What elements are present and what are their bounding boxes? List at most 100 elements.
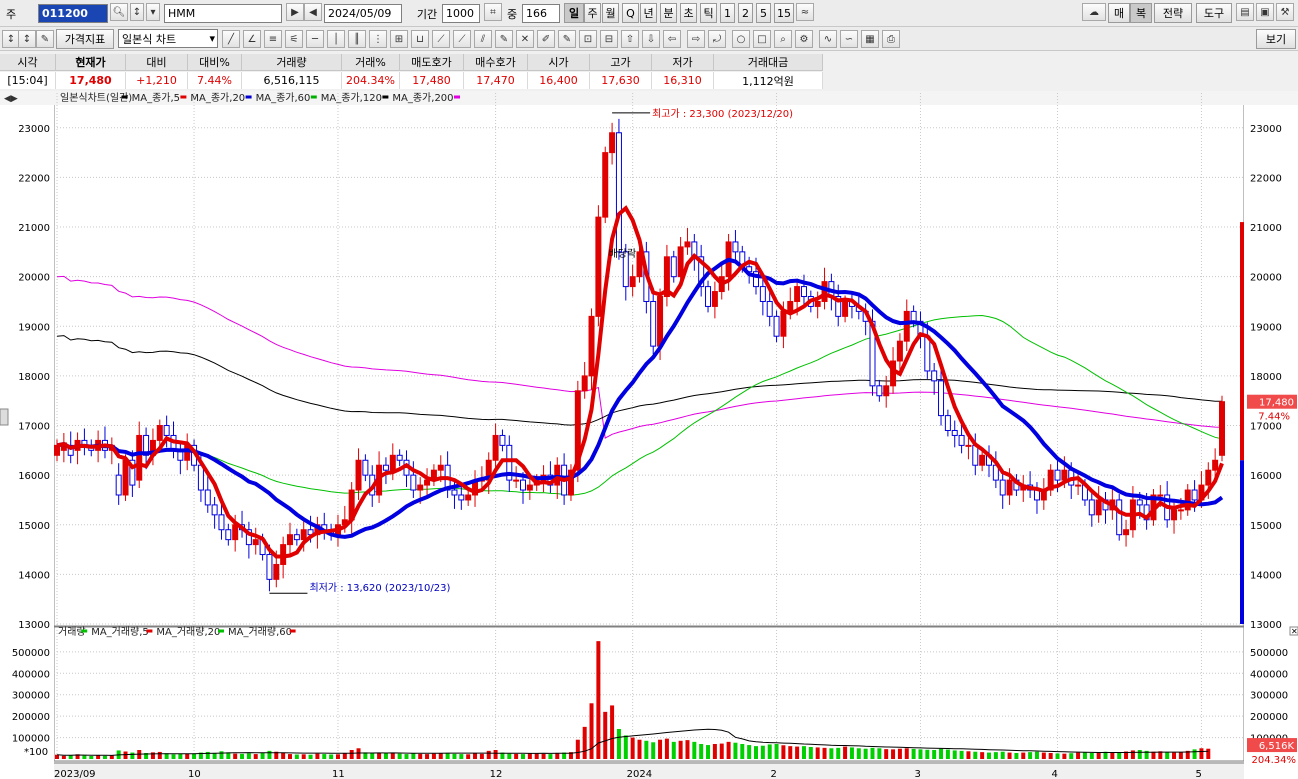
period-button-5[interactable]: 분 bbox=[660, 3, 677, 23]
volume-bar bbox=[383, 753, 388, 759]
quote-value-time: [15:04] bbox=[0, 72, 56, 89]
lock-icon[interactable]: ⌗ bbox=[484, 3, 502, 21]
search-icon[interactable]: 🔍︎ bbox=[110, 3, 128, 21]
candle-up bbox=[1157, 494, 1164, 497]
ray-icon[interactable]: ⟋ bbox=[453, 30, 471, 48]
count-input[interactable]: 166 bbox=[522, 4, 560, 23]
edit-icon[interactable]: ✎ bbox=[36, 30, 54, 48]
price-indicator-dropdown[interactable]: 가격지표 bbox=[56, 29, 114, 49]
tools-button[interactable]: 도구 bbox=[1196, 3, 1232, 23]
volume-bar bbox=[849, 747, 854, 759]
date-field[interactable]: 2024/05/09 bbox=[324, 4, 402, 23]
image-icon[interactable]: ▦ bbox=[861, 30, 879, 48]
period-button-4[interactable]: 년 bbox=[640, 3, 657, 23]
candle-down bbox=[705, 286, 712, 307]
settings-icon[interactable]: ⚙ bbox=[795, 30, 813, 48]
candle-up bbox=[1171, 509, 1178, 521]
period-button-9[interactable]: 2 bbox=[738, 3, 753, 23]
rectangle-fill-icon[interactable]: ⊟ bbox=[600, 30, 618, 48]
vol-tick-label: 100000 bbox=[12, 734, 50, 745]
andrews-icon[interactable]: ⫽ bbox=[474, 30, 492, 48]
period-button-6[interactable]: 초 bbox=[680, 3, 697, 23]
period-input[interactable]: 1000 bbox=[442, 4, 480, 23]
cycle-icon[interactable]: ∽ bbox=[840, 30, 858, 48]
candle-up bbox=[903, 310, 910, 342]
note-icon[interactable]: ✎ bbox=[558, 30, 576, 48]
volume-bar bbox=[1034, 751, 1039, 759]
horizontal-line-icon[interactable]: ─ bbox=[306, 30, 324, 48]
period-button-1[interactable]: 주 bbox=[584, 3, 601, 23]
volume-bar bbox=[315, 753, 320, 759]
view-button[interactable]: 보기 bbox=[1256, 29, 1296, 49]
price-chart[interactable]: ◀▶ 13000 13000 14000 14000 15000 15000 16000 160… bbox=[0, 91, 1298, 779]
period-button-7[interactable]: 틱 bbox=[700, 3, 717, 23]
arrow-up-icon[interactable]: ⇧ bbox=[621, 30, 639, 48]
text-box-icon[interactable]: ⊡ bbox=[579, 30, 597, 48]
candle-up bbox=[896, 340, 903, 362]
eraser-icon[interactable]: ✕ bbox=[516, 30, 534, 48]
angle-line-icon[interactable]: ∠ bbox=[243, 30, 261, 48]
print-icon[interactable]: ⎙ bbox=[882, 30, 900, 48]
cloud-icon[interactable]: ☁ bbox=[1082, 3, 1106, 21]
arrow-left-icon[interactable]: ⇦ bbox=[663, 30, 681, 48]
volume-bar bbox=[774, 744, 779, 759]
candle-down bbox=[800, 286, 807, 298]
volume-bar bbox=[788, 746, 793, 759]
arrow-down-icon[interactable]: ⇩ bbox=[642, 30, 660, 48]
period-button-0[interactable]: 일 bbox=[564, 3, 584, 23]
save-icon[interactable]: ▣ bbox=[1256, 3, 1274, 21]
move-icon[interactable]: ↕ bbox=[18, 30, 36, 48]
stock-name-field[interactable]: HMM bbox=[164, 4, 282, 23]
undo-icon[interactable]: ⤾ bbox=[708, 30, 726, 48]
volume-bar bbox=[733, 742, 738, 759]
wrench-icon[interactable]: ⚒ bbox=[1276, 3, 1294, 21]
prev-icon[interactable]: ◀ bbox=[304, 3, 322, 21]
fibo-time-icon[interactable]: ⋮ bbox=[369, 30, 387, 48]
volume-bar bbox=[815, 747, 820, 759]
volume-bar bbox=[123, 751, 128, 759]
volume-bar bbox=[102, 755, 107, 759]
candle-up bbox=[965, 444, 972, 447]
marker-icon[interactable]: ✐ bbox=[537, 30, 555, 48]
circle-icon[interactable]: ○ bbox=[732, 30, 750, 48]
folder-icon[interactable]: ▤ bbox=[1236, 3, 1254, 21]
volume-bar bbox=[575, 739, 580, 759]
stock-code-input[interactable]: 011200 bbox=[38, 4, 108, 23]
period-button-2[interactable]: 월 bbox=[602, 3, 619, 23]
x-month-label: 11 bbox=[332, 769, 345, 779]
square-icon[interactable]: □ bbox=[753, 30, 771, 48]
period-button-11[interactable]: 15 bbox=[774, 3, 794, 23]
zoom-icon[interactable]: ⌕ bbox=[774, 30, 792, 48]
volume-bar bbox=[178, 753, 183, 759]
grid-tool-icon[interactable]: ⊞ bbox=[390, 30, 408, 48]
parallel-lines-icon[interactable]: ║ bbox=[348, 30, 366, 48]
arrow-right-icon[interactable]: ⇨ bbox=[687, 30, 705, 48]
channel-icon[interactable]: ⊔ bbox=[411, 30, 429, 48]
chevron-down-icon[interactable]: ▾ bbox=[146, 3, 160, 21]
speed-line-icon[interactable]: ⟋ bbox=[432, 30, 450, 48]
period-button-3[interactable]: Q bbox=[622, 3, 639, 23]
fibonacci-fan-icon[interactable]: ≡ bbox=[264, 30, 282, 48]
vertical-line-icon[interactable]: │ bbox=[327, 30, 345, 48]
candle-down bbox=[910, 310, 917, 322]
interval-icon[interactable]: ≈ bbox=[796, 3, 814, 21]
volume-bar bbox=[349, 750, 354, 759]
volume-bar bbox=[1014, 753, 1019, 759]
candle-down bbox=[499, 434, 506, 446]
candle-up bbox=[232, 524, 239, 541]
pencil-icon[interactable]: ✎ bbox=[495, 30, 513, 48]
multi-button[interactable]: 복 bbox=[1130, 3, 1152, 23]
order-button[interactable]: 매 bbox=[1108, 3, 1130, 23]
volume-bar bbox=[438, 753, 443, 759]
volume-bar bbox=[418, 753, 423, 759]
period-button-10[interactable]: 5 bbox=[756, 3, 771, 23]
trend-line-icon[interactable]: ╱ bbox=[222, 30, 240, 48]
gann-fan-icon[interactable]: ⚟ bbox=[285, 30, 303, 48]
candle-down bbox=[197, 464, 204, 491]
period-button-8[interactable]: 1 bbox=[720, 3, 735, 23]
strategy-button[interactable]: 전략 bbox=[1154, 3, 1192, 23]
next-icon[interactable]: ▶ bbox=[286, 3, 304, 21]
chart-type-select[interactable]: 일본식 차트 ▾ bbox=[118, 29, 218, 48]
wave-icon[interactable]: ∿ bbox=[819, 30, 837, 48]
sort-icon[interactable]: ↕ bbox=[130, 3, 144, 21]
